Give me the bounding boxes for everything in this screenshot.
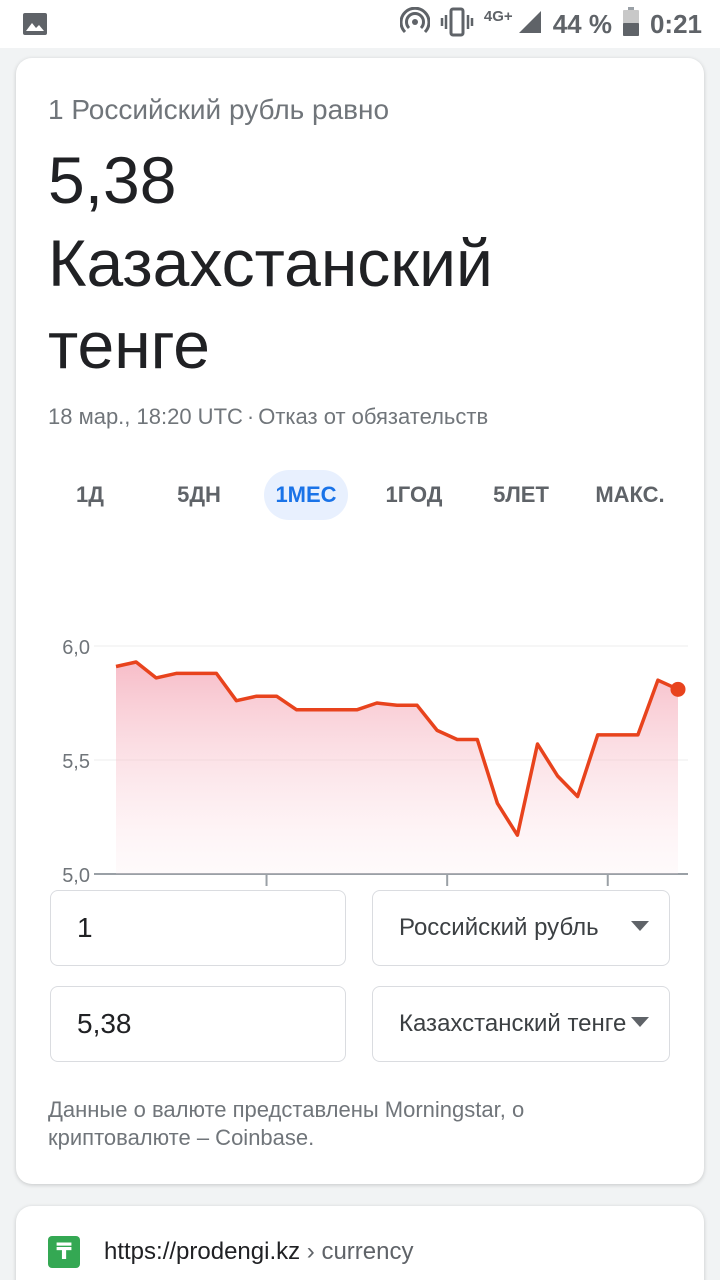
search-result-card[interactable]: ₸ https://prodengi.kz › currency bbox=[16, 1206, 704, 1280]
target-currency-name: Казахстанский тенге bbox=[48, 226, 493, 382]
amount-from-input[interactable] bbox=[51, 891, 345, 965]
image-icon bbox=[22, 12, 48, 41]
currency-to-select[interactable]: Казахстанский тенге bbox=[372, 986, 670, 1062]
disclaimer-link[interactable]: Отказ от обязательств bbox=[258, 404, 488, 429]
site-favicon: ₸ bbox=[48, 1236, 80, 1268]
tab-1m[interactable]: 1МЕС bbox=[264, 470, 348, 520]
currency-from-select[interactable]: Российский рубль bbox=[372, 890, 670, 966]
battery-icon bbox=[622, 6, 640, 42]
conversion-intro: 1 Российский рубль равно bbox=[48, 94, 390, 125]
currency-to-label: Казахстанский тенге bbox=[399, 1010, 627, 1037]
chart-current-point bbox=[670, 681, 686, 697]
result-url[interactable]: https://prodengi.kz › currency bbox=[104, 1238, 413, 1266]
currency-from-label: Российский рубль bbox=[399, 914, 599, 941]
status-bar: 4G+ 44 % 0:21 bbox=[0, 0, 720, 48]
y-tick-label: 5,5 bbox=[62, 751, 90, 773]
timestamp-line: 18 мар., 18:20 UTC · Отказ от обязательств bbox=[48, 404, 488, 430]
signal-icon bbox=[517, 9, 543, 40]
tab-1y[interactable]: 1ГОД bbox=[376, 470, 452, 520]
battery-percent: 44 % bbox=[552, 8, 612, 39]
data-source-note: Данные о валюте представлены Morningstar… bbox=[48, 1097, 525, 1150]
exchange-rate-chart[interactable]: 6,05,55,0 26 февр.6 мар.14 мар. bbox=[32, 558, 704, 918]
amount-to-field[interactable] bbox=[50, 986, 346, 1062]
tab-1d[interactable]: 1Д bbox=[60, 470, 120, 520]
chart-area-fill bbox=[116, 662, 678, 874]
range-tabs: 1Д 5ДН 1МЕС 1ГОД 5ЛЕТ МАКС. bbox=[16, 470, 704, 520]
separator: · bbox=[246, 404, 255, 429]
amount-to-input[interactable] bbox=[51, 987, 345, 1061]
timestamp: 18 мар., 18:20 UTC bbox=[48, 404, 243, 429]
chevron-down-icon bbox=[631, 921, 649, 931]
hotspot-icon bbox=[399, 6, 431, 42]
currency-converter-card: 1 Российский рубль равно 5,38 Казахстанс… bbox=[16, 58, 704, 1184]
network-type: 4G+ bbox=[483, 7, 513, 25]
tab-5d[interactable]: 5ДН bbox=[164, 470, 234, 520]
y-tick-label: 5,0 bbox=[62, 865, 90, 887]
tab-max[interactable]: МАКС. bbox=[588, 470, 672, 520]
vibrate-icon bbox=[440, 7, 474, 42]
tab-5y[interactable]: 5ЛЕТ bbox=[484, 470, 558, 520]
y-tick-label: 6,0 bbox=[62, 637, 90, 659]
result-path: › currency bbox=[300, 1238, 414, 1265]
clock: 0:21 bbox=[649, 8, 702, 39]
conversion-value: 5,38 bbox=[48, 143, 177, 217]
amount-from-field[interactable] bbox=[50, 890, 346, 966]
chevron-down-icon bbox=[631, 1017, 649, 1027]
result-site: https://prodengi.kz bbox=[104, 1238, 301, 1265]
